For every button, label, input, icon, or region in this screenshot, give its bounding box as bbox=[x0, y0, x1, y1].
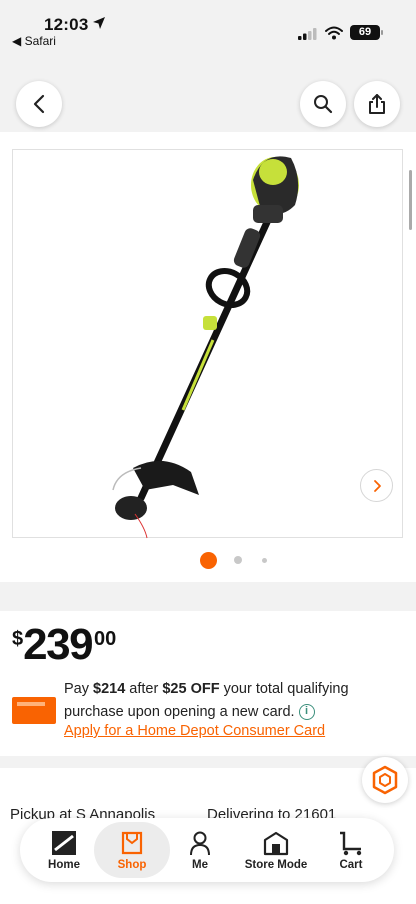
cellular-signal-icon bbox=[298, 28, 317, 40]
tab-label: Shop bbox=[117, 858, 147, 871]
tab-label: Home bbox=[48, 858, 80, 871]
share-button[interactable] bbox=[354, 81, 400, 127]
price-currency: $ bbox=[12, 628, 24, 650]
hexagon-assistant-icon bbox=[372, 765, 398, 795]
scroll-indicator bbox=[409, 170, 412, 230]
tab-label: Cart bbox=[339, 858, 363, 871]
gallery-pagination bbox=[0, 550, 416, 570]
back-button[interactable] bbox=[16, 81, 62, 127]
wifi-icon bbox=[325, 26, 343, 40]
battery-level: 69 bbox=[350, 25, 380, 40]
assistant-button[interactable] bbox=[362, 757, 408, 803]
card-offer-text: Pay $214 after $25 OFF your total qualif… bbox=[64, 678, 394, 724]
status-bar: 12:03 ◀ Safari 69 bbox=[0, 0, 416, 56]
next-image-button[interactable] bbox=[360, 469, 393, 502]
price-cents: 00 bbox=[94, 628, 117, 650]
shop-bag-icon bbox=[121, 831, 143, 854]
share-icon bbox=[369, 94, 385, 114]
chevron-right-icon bbox=[373, 479, 381, 492]
tab-label: Me bbox=[192, 858, 208, 871]
gallery-dot[interactable] bbox=[262, 558, 267, 563]
search-button[interactable] bbox=[300, 81, 346, 127]
tab-cart[interactable]: Cart bbox=[320, 818, 382, 882]
bottom-tab-bar: Home Shop Me Store Mode Cart bbox=[20, 818, 394, 882]
tab-home[interactable]: Home bbox=[34, 818, 94, 882]
store-icon bbox=[263, 831, 289, 855]
tab-store-mode[interactable]: Store Mode bbox=[236, 818, 316, 882]
offer-discount: $25 OFF bbox=[162, 681, 220, 697]
product-image[interactable] bbox=[12, 149, 403, 539]
cart-icon bbox=[340, 831, 362, 855]
price-card: $ 239 00 Pay $214 after $25 OFF your tot… bbox=[0, 611, 416, 756]
location-arrow-icon bbox=[93, 17, 105, 29]
string-trimmer-image bbox=[112, 156, 299, 539]
info-icon[interactable]: i bbox=[298, 704, 315, 721]
battery-tip bbox=[381, 30, 383, 35]
apply-card-link[interactable]: Apply for a Home Depot Consumer Card bbox=[64, 723, 325, 739]
tab-label: Store Mode bbox=[244, 858, 308, 871]
tab-me[interactable]: Me bbox=[170, 818, 230, 882]
gallery-dot[interactable] bbox=[234, 556, 242, 564]
gallery-dot-active[interactable] bbox=[200, 552, 217, 569]
offer-pay-label: Pay bbox=[64, 681, 94, 697]
status-time: 12:03 bbox=[44, 15, 89, 34]
search-icon bbox=[314, 95, 333, 114]
offer-pay-amount: $214 bbox=[93, 681, 126, 697]
chevron-left-icon bbox=[33, 94, 45, 114]
home-depot-logo-icon bbox=[52, 830, 76, 855]
credit-card-icon bbox=[12, 697, 56, 724]
product-gallery bbox=[0, 132, 416, 582]
offer-after-label: after bbox=[125, 681, 163, 697]
product-price: $ 239 00 bbox=[12, 623, 116, 667]
price-dollars: 239 bbox=[23, 620, 93, 669]
tab-shop[interactable]: Shop bbox=[94, 822, 170, 878]
person-icon bbox=[190, 831, 210, 855]
back-to-safari-link[interactable]: ◀ Safari bbox=[12, 34, 56, 48]
